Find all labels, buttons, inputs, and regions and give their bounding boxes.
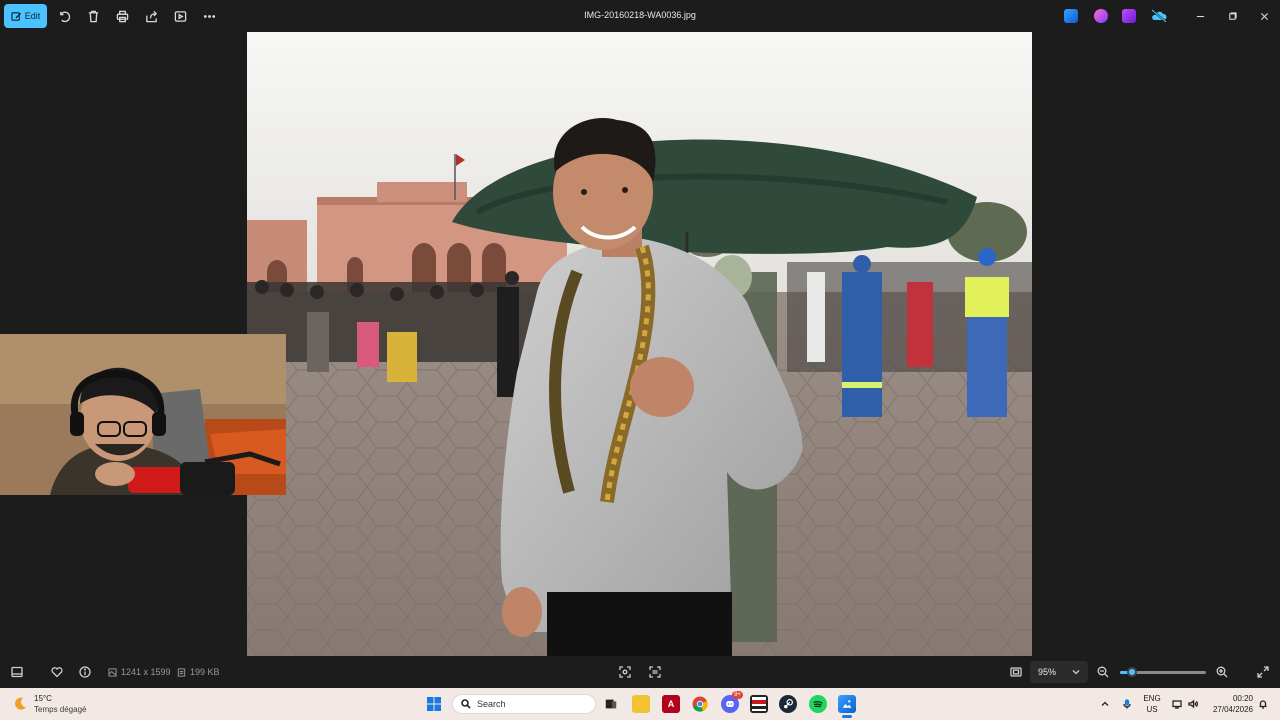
clock-time[interactable]: 00:20 [1205,694,1253,703]
print-icon[interactable] [114,8,130,24]
image-dimensions: 1241 x 1599 [108,667,171,677]
photo-viewer-image[interactable] [247,32,1032,656]
chevron-down-icon [1072,670,1080,675]
webcam-overlay [0,334,286,495]
discord-notification-badge: 9+ [732,691,743,699]
fullscreen-icon[interactable] [1256,665,1270,679]
zoom-slider[interactable] [1120,667,1206,677]
maximize-button[interactable] [1225,9,1239,23]
bottom-bar: 1241 x 1599 199 KB 95% [0,656,1280,688]
network-icon[interactable] [1171,698,1183,710]
search-icon [461,699,471,709]
file-size: 199 KB [177,667,220,677]
task-view-icon[interactable] [602,695,620,713]
notification-bell-icon[interactable] [1257,698,1269,710]
rotate-icon[interactable] [56,8,72,24]
edit-label: Edit [24,11,41,21]
clock-date[interactable]: 27/04/2026 [1203,705,1253,714]
favorite-heart-icon[interactable] [50,665,64,679]
copy-text-icon[interactable] [648,665,662,679]
file-size-text: 199 KB [190,667,220,677]
file-title: IMG-20160218-WA0036.jpg [584,10,696,20]
active-app-indicator [842,715,852,718]
visual-search-icon[interactable] [618,665,632,679]
file-explorer-icon[interactable] [632,695,650,713]
onedrive-off-icon[interactable] [1151,9,1167,23]
share-icon[interactable] [143,8,159,24]
close-button[interactable] [1257,9,1271,23]
weather-moon-icon[interactable] [12,696,28,712]
microphone-icon[interactable] [1121,698,1133,710]
fit-to-window-icon[interactable] [1009,665,1023,679]
zoom-value: 95% [1038,667,1057,677]
file-size-icon [177,667,186,677]
image-size-icon [108,667,117,677]
zoom-dropdown[interactable]: 95% [1030,661,1088,683]
input-language[interactable]: ENG [1140,694,1164,703]
zoom-in-icon[interactable] [1215,665,1229,679]
search-placeholder: Search [477,699,506,709]
weather-description[interactable]: Temps dégagé [34,705,86,714]
more-icon[interactable] [201,8,217,24]
minimize-button[interactable] [1193,9,1207,23]
taskbar-search-box[interactable]: Search [452,694,596,714]
chevron-up-icon[interactable] [1099,698,1111,710]
photos-app-window: Edit IMG-20160218-WA0036.jpg 1241 x 1599… [0,0,1280,688]
edit-button[interactable]: Edit [4,4,47,28]
dimensions-text: 1241 x 1599 [121,667,171,677]
edit-icon [11,11,21,21]
zoom-out-icon[interactable] [1096,665,1110,679]
input-region[interactable]: US [1140,705,1164,714]
acrobat-icon[interactable]: A [662,695,680,713]
clipchamp-app-icon[interactable] [1094,9,1108,23]
steam-icon[interactable] [779,695,797,713]
manga-app-icon[interactable] [750,695,768,713]
video-editor-app-icon[interactable] [1122,9,1136,23]
weather-temperature[interactable]: 15°C [34,694,52,703]
windows-start-icon[interactable] [425,695,443,713]
delete-icon[interactable] [85,8,101,24]
chrome-icon[interactable] [691,695,709,713]
photos-app-icon[interactable] [838,695,856,713]
top-toolbar: Edit IMG-20160218-WA0036.jpg [0,0,1280,32]
zoom-slider-thumb[interactable] [1127,667,1138,677]
photo-editor-app-icon[interactable] [1064,9,1078,23]
info-icon[interactable] [78,665,92,679]
slideshow-icon[interactable] [172,8,188,24]
volume-icon[interactable] [1187,698,1199,710]
spotify-icon[interactable] [809,695,827,713]
filmstrip-icon[interactable] [10,665,24,679]
